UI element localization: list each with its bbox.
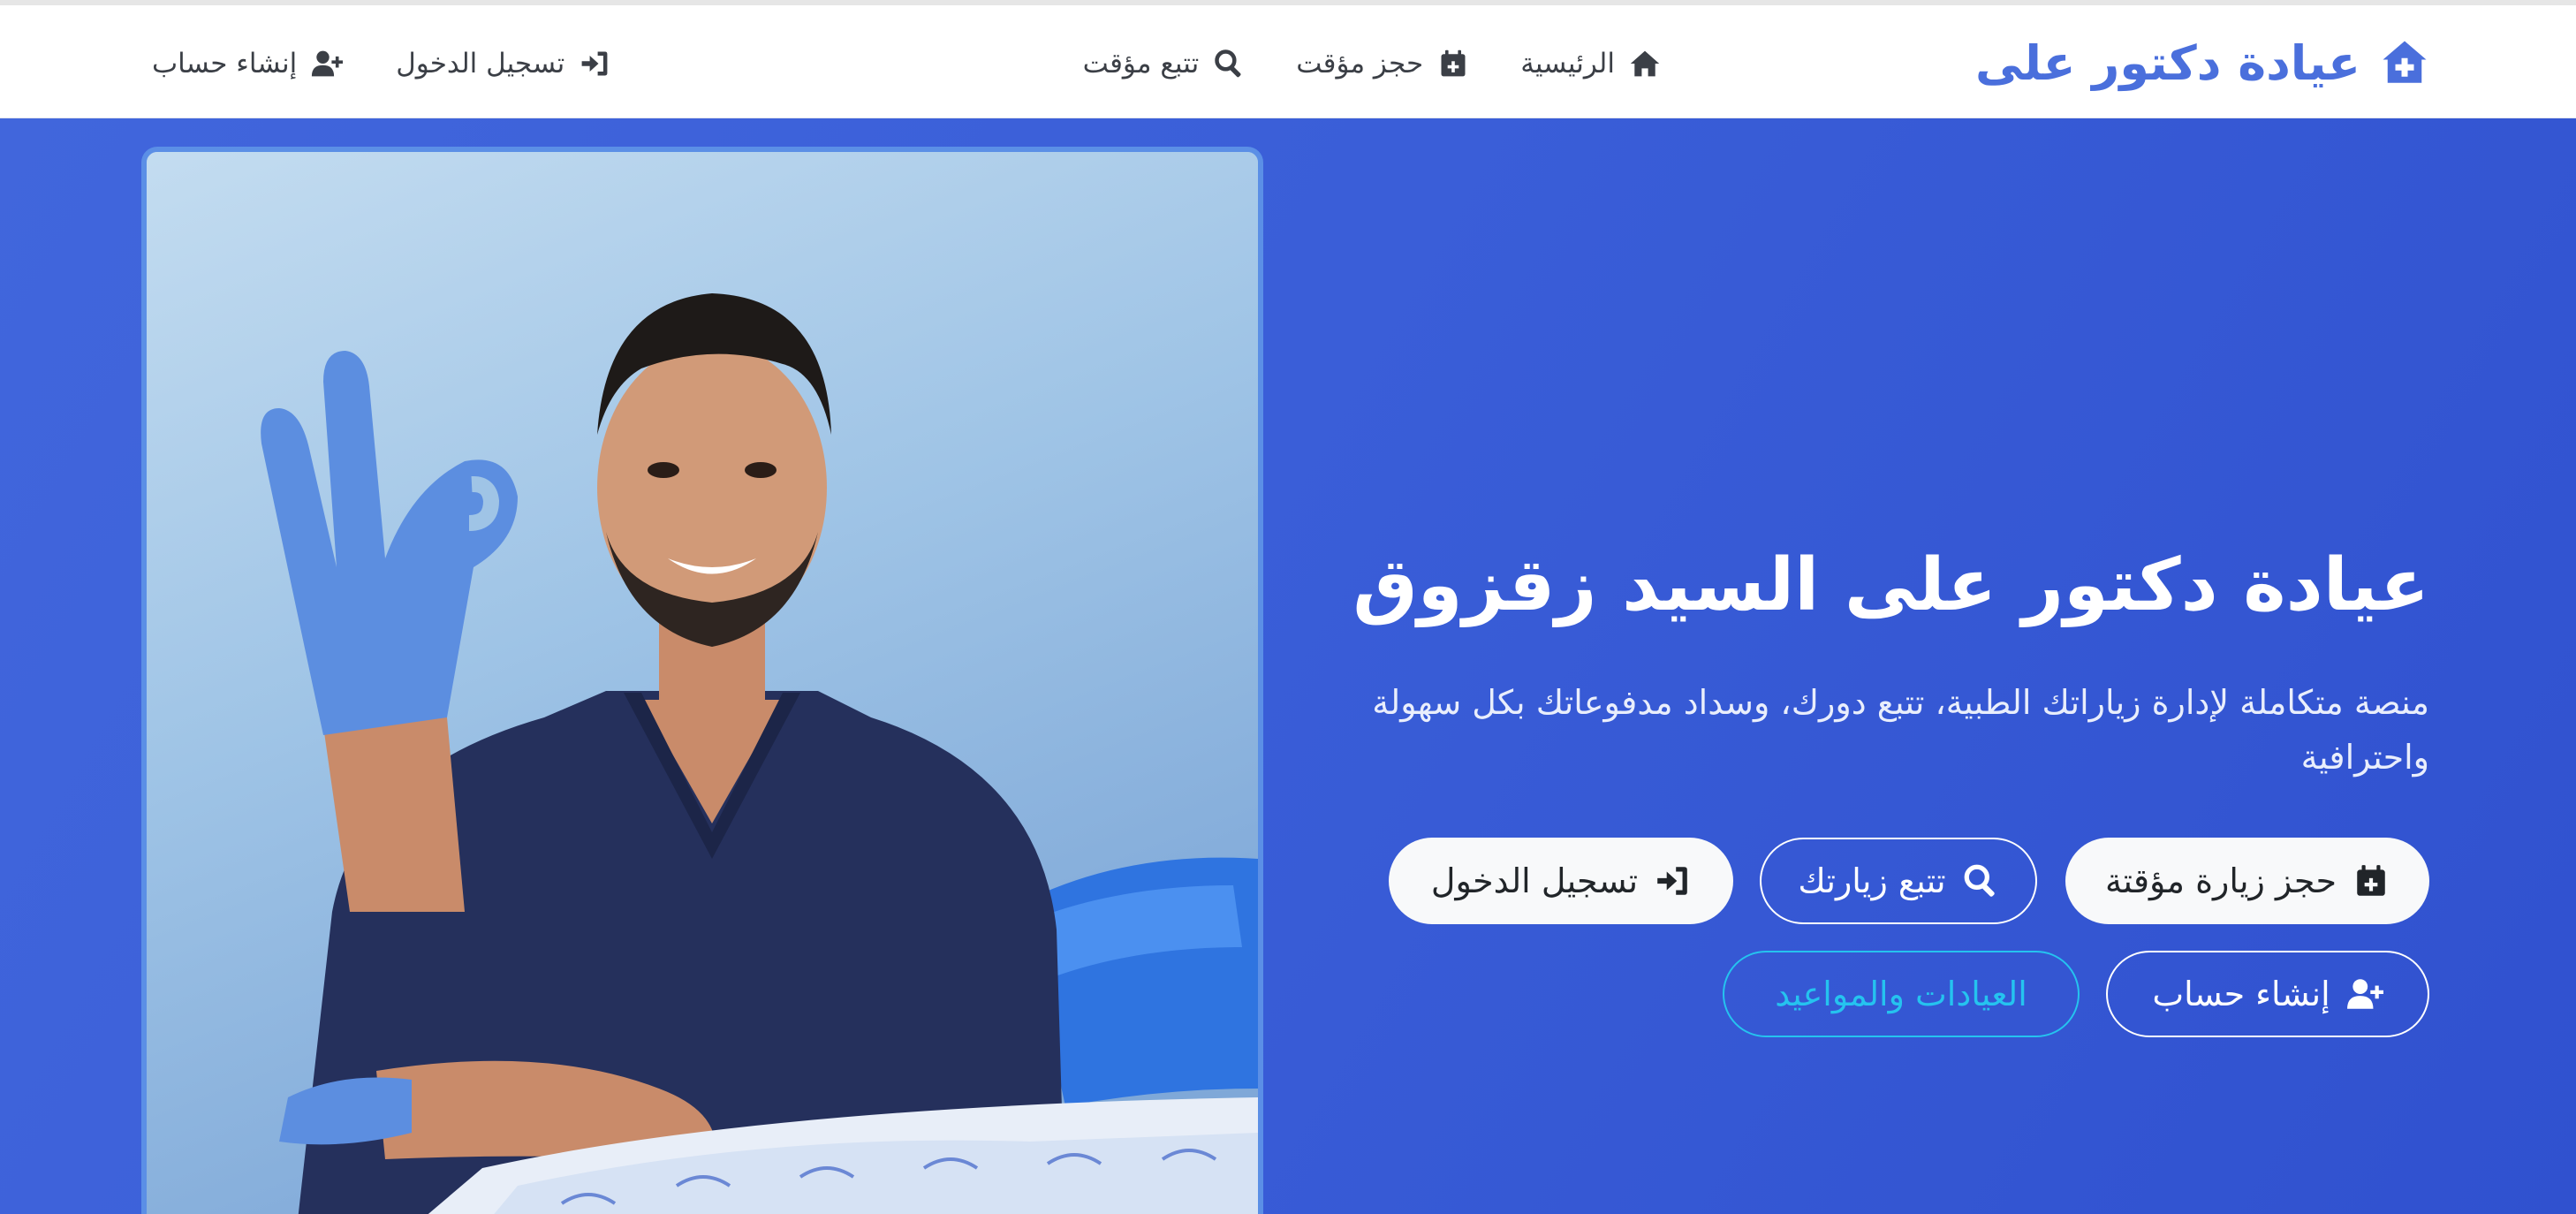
calendar-plus-icon — [1441, 49, 1466, 77]
nav-login-label: تسجيل الدخول — [396, 48, 565, 80]
doctor-photo — [141, 147, 1263, 1214]
doctor-illustration — [147, 152, 1258, 1214]
signup-label: إنشاء حساب — [2152, 975, 2330, 1013]
main-nav: الرئيسية حجز مؤقت تتبع مؤقت — [1083, 39, 1661, 88]
hero-title: عيادة دكتور على السيد زقزوق — [1352, 543, 2429, 627]
nav-home-label: الرئيسية — [1520, 48, 1615, 80]
user-plus-icon — [312, 50, 344, 77]
nav-track-link[interactable]: تتبع مؤقت — [1083, 48, 1246, 80]
nav-login-link[interactable]: تسجيل الدخول — [396, 48, 610, 80]
login-button[interactable]: تسجيل الدخول — [1389, 838, 1733, 924]
book-visit-label: حجز زيارة مؤقتة — [2105, 861, 2337, 900]
clinics-schedule-button[interactable]: العيادات والمواعيد — [1723, 951, 2080, 1037]
calendar-plus-icon — [2357, 865, 2385, 896]
track-visit-button[interactable]: تتبع زيارتك — [1760, 838, 2037, 924]
hero-section: عيادة دكتور على السيد زقزوق منصة متكاملة… — [0, 118, 2576, 1214]
search-icon — [1215, 49, 1241, 78]
sign-in-icon — [1657, 867, 1687, 895]
hero-description: منصة متكاملة لإدارة زياراتك الطبية، تتبع… — [1372, 683, 2429, 777]
sign-in-icon — [581, 51, 608, 76]
navbar: عيادة دكتور على الرئيسية حجز مؤقت تتبع م… — [0, 5, 2576, 118]
book-visit-button[interactable]: حجز زيارة مؤقتة — [2065, 838, 2429, 924]
login-label: تسجيل الدخول — [1430, 861, 1639, 900]
nav-book-link[interactable]: حجز مؤقت — [1296, 48, 1469, 80]
clinics-schedule-label: العيادات والمواعيد — [1775, 975, 2027, 1013]
nav-home-link[interactable]: الرئيسية — [1520, 48, 1661, 80]
nav-book-label: حجز مؤقت — [1296, 48, 1424, 80]
track-visit-label: تتبع زيارتك — [1798, 861, 1946, 900]
search-icon — [1964, 864, 1995, 897]
user-plus-icon — [2346, 979, 2383, 1009]
user-nav: تسجيل الدخول إنشاء حساب — [152, 39, 610, 88]
signup-button[interactable]: إنشاء حساب — [2106, 951, 2429, 1037]
home-icon — [1630, 50, 1660, 77]
nav-signup-label: إنشاء حساب — [152, 48, 298, 80]
clinic-house-icon — [2383, 41, 2427, 83]
nav-signup-link[interactable]: إنشاء حساب — [152, 48, 344, 80]
nav-track-label: تتبع مؤقت — [1082, 48, 1200, 80]
brand-logo-link[interactable]: عيادة دكتور على — [1975, 32, 2429, 94]
brand-name: عيادة دكتور على — [1974, 34, 2360, 91]
